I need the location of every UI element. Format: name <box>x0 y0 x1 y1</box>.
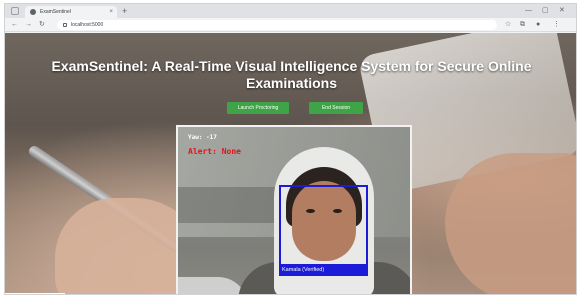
face-identity-label: Kamala (Verified) <box>279 264 368 276</box>
star-icon[interactable]: ☆ <box>505 19 511 31</box>
plus-icon[interactable]: + <box>122 5 127 17</box>
background-hand-image <box>445 153 576 294</box>
favicon-icon <box>30 9 36 15</box>
reload-icon[interactable]: ↻ <box>39 19 45 31</box>
tab-strip: ExamSentinel × + — ▢ ✕ <box>5 4 576 18</box>
extensions-icon[interactable]: ⧉ <box>520 19 525 31</box>
url-text[interactable]: localhost:5000 <box>71 22 103 28</box>
end-session-button[interactable]: End Session <box>309 102 363 114</box>
back-arrow-icon[interactable]: ← <box>11 19 18 31</box>
face-detection-box <box>279 185 368 266</box>
lock-icon <box>63 23 67 27</box>
camera-background-shelf <box>178 187 278 223</box>
tab-examsentinel[interactable]: ExamSentinel × <box>25 6 117 18</box>
profile-avatar[interactable]: ● <box>536 19 540 31</box>
maximize-icon[interactable]: ▢ <box>542 5 549 17</box>
address-bar[interactable]: localhost:5000 <box>57 20 497 30</box>
forward-arrow-icon[interactable]: → <box>25 19 32 31</box>
tab-title: ExamSentinel <box>40 9 71 15</box>
browser-toolbar: ← → ↻ localhost:5000 ☆ ⧉ ● ⋮ <box>5 18 576 32</box>
camera-feed: Yaw: -17 Alert: None Kamala (Verified) <box>176 125 412 294</box>
camera-foreground-object <box>178 277 248 294</box>
close-icon[interactable]: × <box>109 9 113 15</box>
alert-status: Alert: None <box>188 147 241 156</box>
launch-proctoring-button[interactable]: Launch Proctoring <box>227 102 289 114</box>
tab-search-icon[interactable] <box>11 7 19 15</box>
browser-window: ExamSentinel × + — ▢ ✕ ← → ↻ localhost:5… <box>4 3 577 295</box>
menu-icon[interactable]: ⋮ <box>553 19 560 31</box>
page-title: ExamSentinel: A Real-Time Visual Intelli… <box>51 58 532 91</box>
minimize-icon[interactable]: — <box>525 5 532 17</box>
page-content: ExamSentinel: A Real-Time Visual Intelli… <box>5 33 576 294</box>
status-bar <box>5 293 65 294</box>
yaw-readout: Yaw: -17 <box>188 134 217 141</box>
window-close-icon[interactable]: ✕ <box>559 5 565 17</box>
